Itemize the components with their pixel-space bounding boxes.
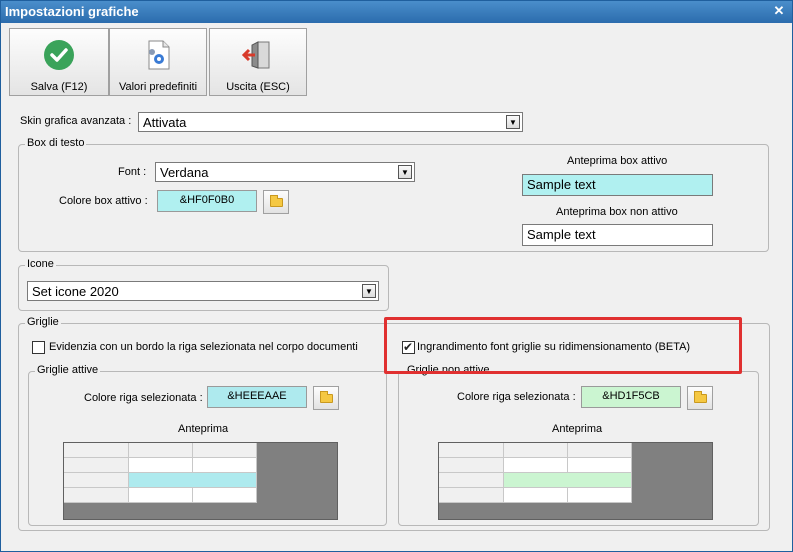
active-grid-color-label: Colore riga selezionata :	[84, 392, 203, 404]
exit-button[interactable]: Uscita (ESC)	[209, 28, 307, 96]
grid-header-cell	[568, 443, 632, 458]
grid-selected-row	[129, 473, 257, 488]
folder-icon	[694, 391, 707, 403]
textbox-group-title: Box di testo	[25, 137, 87, 149]
grid-cell	[568, 488, 632, 503]
grid-header-cell	[439, 443, 504, 458]
grid-row-header	[439, 488, 504, 503]
chevron-down-icon[interactable]: ▼	[398, 165, 412, 179]
title-bar: Impostazioni grafiche ✕	[1, 1, 792, 23]
highlight-annotation-box	[384, 317, 742, 374]
grid-row-header	[64, 473, 129, 488]
folder-icon	[270, 195, 283, 207]
inactive-grid-preview	[438, 442, 713, 520]
icons-group-title: Icone	[25, 258, 56, 270]
grid-cell	[193, 488, 257, 503]
grid-cell	[129, 488, 193, 503]
skin-select[interactable]: Attivata ▼	[138, 112, 523, 132]
grid-header-cell	[193, 443, 257, 458]
inactive-grid-color-picker-button[interactable]	[687, 386, 713, 410]
preview-inactive-label: Anteprima box non attivo	[556, 206, 678, 218]
grid-cell	[129, 458, 193, 473]
grid-header-cell	[64, 443, 129, 458]
window-title: Impostazioni grafiche	[5, 4, 139, 19]
grids-group-title: Griglie	[25, 316, 61, 328]
grid-header-cell	[129, 443, 193, 458]
active-grids-group-title: Griglie attive	[35, 364, 101, 376]
grid-header-cell	[504, 443, 568, 458]
grid-cell	[504, 458, 568, 473]
chevron-down-icon[interactable]: ▼	[506, 115, 520, 129]
document-settings-icon	[148, 40, 170, 70]
active-grid-color-field[interactable]: &HEEEAAE	[207, 386, 307, 408]
preview-inactive-box: Sample text	[522, 224, 713, 246]
icon-set-select-value: Set icone 2020	[32, 284, 119, 299]
grid-row-header	[439, 473, 504, 488]
active-grid-color-picker-button[interactable]	[313, 386, 339, 410]
chevron-down-icon[interactable]: ▼	[362, 284, 376, 298]
font-label: Font :	[118, 166, 147, 178]
folder-icon	[320, 391, 333, 403]
inactive-grid-color-field[interactable]: &HD1F5CB	[581, 386, 681, 408]
skin-select-value: Attivata	[143, 115, 187, 130]
preview-active-label: Anteprima box attivo	[567, 155, 668, 167]
checkmark-icon	[44, 40, 74, 70]
font-select[interactable]: Verdana ▼	[155, 162, 415, 182]
inactive-grid-color-label: Colore riga selezionata :	[457, 391, 576, 403]
exit-button-label: Uscita (ESC)	[226, 81, 290, 93]
font-select-value: Verdana	[160, 165, 209, 180]
preview-active-box: Sample text	[522, 174, 713, 196]
grid-cell	[193, 458, 257, 473]
skin-label: Skin grafica avanzata :	[20, 115, 132, 127]
highlight-border-label: Evidenzia con un bordo la riga seleziona…	[49, 341, 358, 353]
grid-selected-row	[504, 473, 632, 488]
grid-row-header	[64, 458, 129, 473]
active-box-color-field[interactable]: &HF0F0B0	[157, 190, 257, 212]
icon-set-select[interactable]: Set icone 2020 ▼	[27, 281, 379, 301]
grid-row-header	[64, 488, 129, 503]
active-grid-preview-label: Anteprima	[178, 423, 229, 435]
highlight-border-checkbox[interactable]	[32, 341, 45, 354]
grid-cell	[504, 488, 568, 503]
grid-cell	[568, 458, 632, 473]
defaults-button[interactable]: Valori predefiniti	[109, 28, 207, 96]
exit-door-icon	[242, 41, 270, 69]
defaults-button-label: Valori predefiniti	[118, 81, 198, 93]
grid-row-header	[439, 458, 504, 473]
save-button[interactable]: Salva (F12)	[9, 28, 109, 96]
active-color-label: Colore box attivo :	[59, 195, 148, 207]
active-grid-preview	[63, 442, 338, 520]
inactive-grid-preview-label: Anteprima	[552, 423, 603, 435]
active-box-color-picker-button[interactable]	[263, 190, 289, 214]
save-button-label: Salva (F12)	[30, 81, 88, 93]
close-icon[interactable]: ✕	[772, 4, 786, 18]
settings-window: Impostazioni grafiche ✕ Salva (F12) Valo…	[0, 0, 793, 552]
